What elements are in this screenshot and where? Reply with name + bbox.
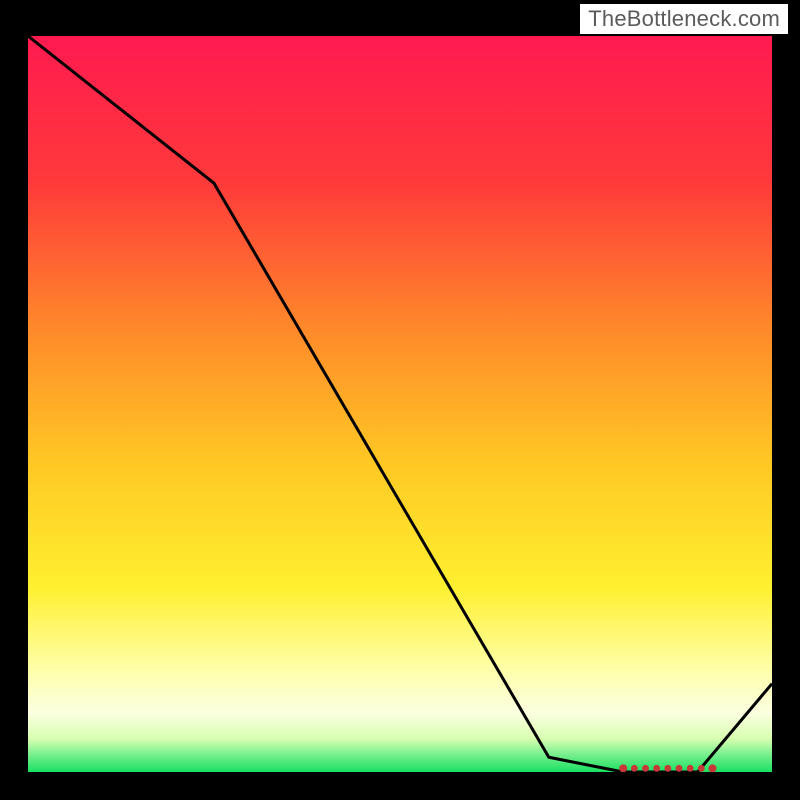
plot-svg-layer — [28, 36, 772, 772]
series-dot — [698, 765, 705, 772]
series-dot — [676, 765, 683, 772]
series-dot — [664, 765, 671, 772]
series-path — [28, 36, 772, 772]
plot-area — [28, 36, 772, 772]
series-dot — [708, 764, 716, 772]
series-dot — [653, 765, 660, 772]
series-dot — [642, 765, 649, 772]
series-dot — [631, 765, 638, 772]
chart-outer-frame: TheBottleneck.com — [0, 0, 800, 800]
watermark-label: TheBottleneck.com — [580, 4, 788, 34]
series-line — [28, 36, 772, 772]
series-dot — [619, 764, 627, 772]
bottom-dotted-marks — [619, 764, 716, 772]
series-dot — [687, 765, 694, 772]
